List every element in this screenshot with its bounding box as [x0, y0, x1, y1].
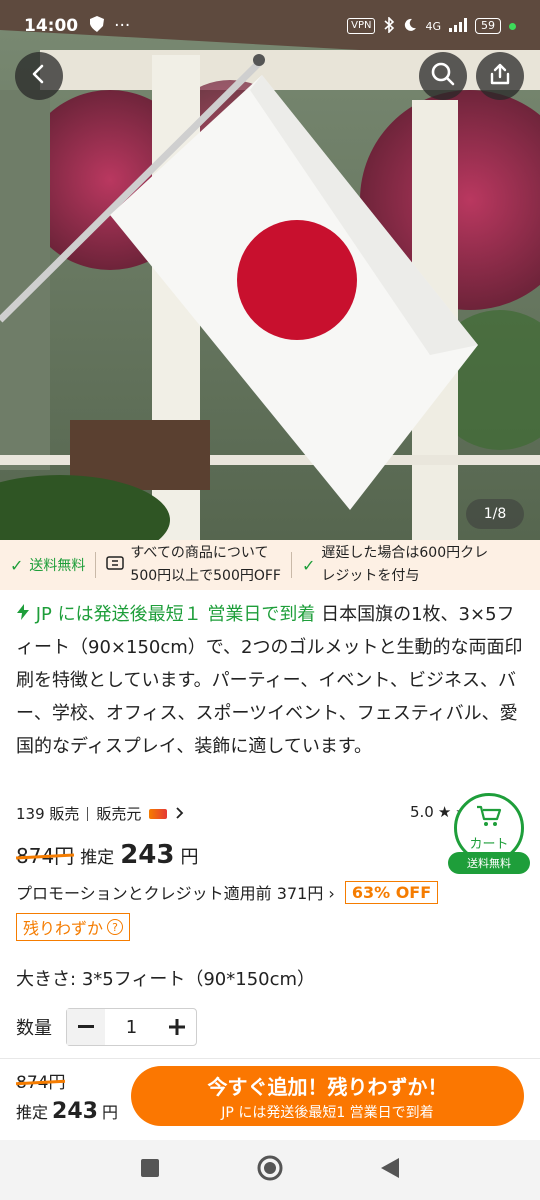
bottom-currency: 円: [101, 1103, 118, 1122]
lightning-icon: [16, 604, 36, 625]
description-text: 日本国旗の1枚、3×5フィート（90×150cm）で、2つのゴルメットと生動的な…: [16, 604, 523, 757]
recents-button[interactable]: [140, 1158, 160, 1182]
square-icon: [141, 1159, 159, 1177]
discount-badge: 63% OFF: [344, 880, 439, 904]
quantity-value[interactable]: 1: [105, 1017, 158, 1038]
signal-icon: [449, 17, 467, 35]
product-description: JP には発送後最短１ 営業日で到着 日本国旗の1枚、3×5フィート（90×15…: [16, 598, 528, 763]
quantity-row: 数量 1: [16, 1008, 197, 1046]
rating-value: 5.0: [410, 803, 434, 821]
free-shipping-badge: 送料無料: [448, 852, 530, 874]
shield-heart-icon: [88, 15, 106, 38]
check-icon: ✓: [301, 555, 316, 575]
search-icon: [430, 61, 456, 91]
delay-line-2: レジットを付与: [321, 568, 420, 584]
check-icon: ✓: [10, 555, 24, 575]
bottom-current-price: 243: [52, 1099, 98, 1124]
original-price: 874円: [16, 840, 74, 869]
bluetooth-icon: [383, 15, 395, 36]
coupon-line-1: すべての商品について: [130, 545, 269, 561]
decrease-button[interactable]: [67, 1009, 105, 1045]
battery-icon: 59: [475, 18, 501, 34]
size-value: 3*5フィート（90*150cm）: [81, 969, 316, 990]
low-stock-badge[interactable]: 残りわずか ?: [16, 913, 131, 941]
search-button[interactable]: [419, 52, 467, 100]
home-button[interactable]: [256, 1154, 284, 1186]
promo-price: 371円: [276, 884, 324, 903]
increase-button[interactable]: [158, 1009, 196, 1045]
add-button-sublabel: JP には発送後最短1 営業日で到着: [221, 1104, 434, 1121]
coupon-icon: [106, 556, 125, 574]
free-shipping-label: 送料無料: [29, 558, 86, 574]
green-dot-icon: [509, 22, 516, 30]
vpn-icon: VPN: [347, 18, 376, 34]
status-bar: 14:00 ··· VPN 4G 59: [0, 0, 540, 52]
add-button-label: 今すぐ追加！残りわずか！: [207, 1074, 448, 1099]
current-price: 243: [120, 840, 175, 870]
store-logo: [149, 808, 168, 819]
chevron-right-icon: ›: [328, 884, 335, 903]
chevron-right-icon: [175, 805, 184, 823]
fast-delivery-label: JP には発送後最短１ 営業日で到着: [16, 604, 321, 625]
promo-text: プロモーションとクレジット適用前: [16, 884, 272, 903]
star-icon: ★: [437, 803, 452, 821]
coupon-benefit[interactable]: すべての商品について 500円以上で500円OFF: [96, 542, 291, 588]
chevron-left-icon: [28, 63, 50, 89]
benefits-strip[interactable]: ✓ 送料無料 すべての商品について 500円以上で500円OFF ✓ 遅延した場…: [0, 540, 540, 590]
plus-icon: [169, 1019, 185, 1035]
back-button[interactable]: [15, 52, 63, 100]
back-nav-button[interactable]: [380, 1157, 400, 1183]
triangle-back-icon: [381, 1158, 399, 1178]
quantity-label: 数量: [16, 1018, 52, 1039]
promo-row[interactable]: プロモーションとクレジット適用前 371円 › 63% OFF: [16, 880, 439, 904]
size-label: 大きさ:: [16, 969, 77, 990]
cart-label: カート: [469, 836, 509, 852]
bottom-estimated-label: 推定: [16, 1103, 49, 1122]
estimated-label: 推定: [80, 848, 115, 868]
currency-label: 円: [180, 847, 199, 868]
price-row: 874円 推定 243 円: [16, 840, 198, 870]
bottom-original-price: 874円: [16, 1068, 65, 1093]
add-to-cart-button[interactable]: 今すぐ追加！残りわずか！ JP には発送後最短1 営業日で到着: [131, 1066, 524, 1126]
more-notifications-icon: ···: [114, 16, 131, 36]
network-type-label: 4G: [425, 19, 441, 33]
size-selector[interactable]: 大きさ: 3*5フィート（90*150cm）: [16, 965, 315, 991]
system-navigation-bar: [0, 1140, 540, 1200]
share-icon: [488, 62, 512, 90]
circle-icon: [257, 1155, 283, 1181]
seller-label: 販売元: [96, 805, 142, 823]
quantity-stepper[interactable]: 1: [66, 1008, 197, 1046]
coupon-line-2: 500円以上で500円OFF: [130, 568, 281, 584]
cart-icon: [476, 805, 502, 831]
sales-meta[interactable]: 139 販売 販売元: [16, 803, 184, 824]
status-time: 14:00: [24, 16, 79, 36]
flag-red-disc: [237, 220, 357, 340]
free-shipping-benefit[interactable]: ✓ 送料無料: [0, 555, 95, 575]
sold-count: 139 販売: [16, 805, 80, 823]
divider: [87, 806, 89, 821]
delay-credit-benefit[interactable]: ✓ 遅延した場合は600円クレ レジットを付与: [292, 542, 498, 588]
share-button[interactable]: [476, 52, 524, 100]
minus-icon: [78, 1025, 94, 1028]
bottom-price: 874円 推定 243 円: [16, 1068, 118, 1124]
divider: [0, 1058, 540, 1059]
moon-icon: [403, 18, 417, 35]
image-page-counter: 1/8: [466, 499, 524, 529]
question-icon: ?: [107, 919, 124, 935]
delay-line-1: 遅延した場合は600円クレ: [321, 545, 489, 561]
